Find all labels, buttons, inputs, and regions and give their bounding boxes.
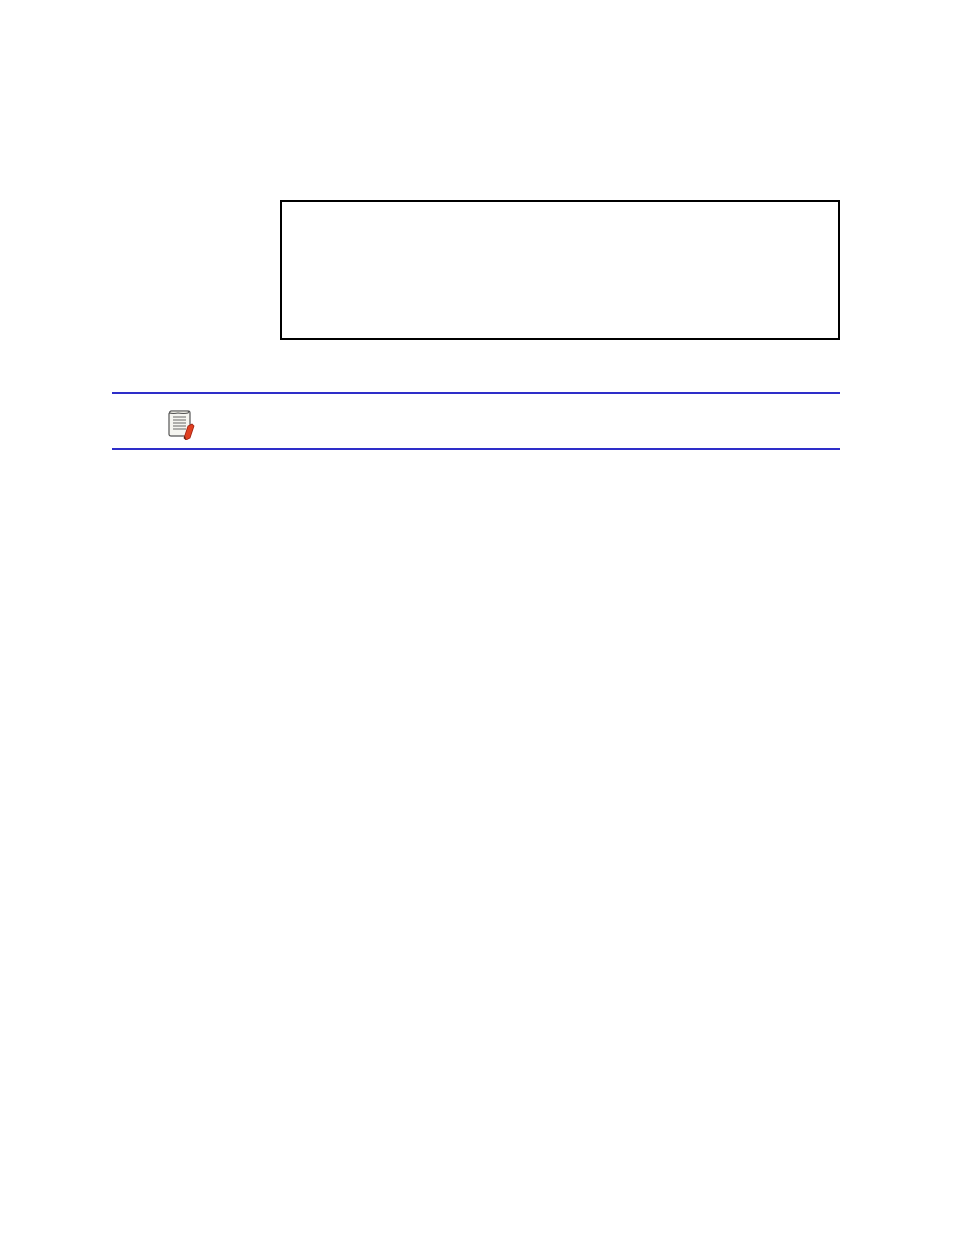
- divider-top: [112, 392, 840, 394]
- content-box: [280, 200, 840, 340]
- note-icon: [166, 408, 198, 440]
- divider-bottom: [112, 448, 840, 450]
